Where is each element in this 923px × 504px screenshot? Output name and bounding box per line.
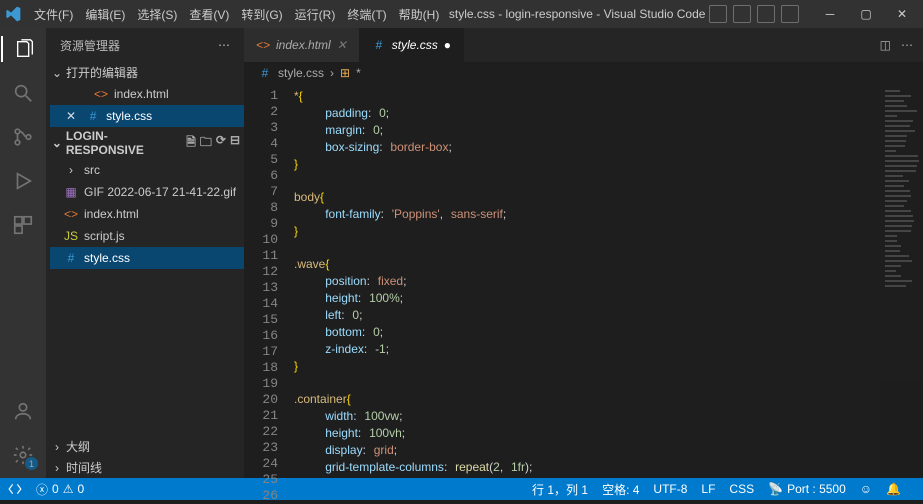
minimize-button[interactable]: ─: [813, 7, 847, 21]
file-name: script.js: [84, 229, 125, 243]
source-control-icon[interactable]: [10, 124, 36, 150]
chevron-right-icon: ›: [50, 461, 64, 475]
html-file-icon: <>: [94, 87, 108, 101]
symbol-icon: ⊞: [340, 66, 350, 80]
chevron-down-icon: ⌄: [50, 66, 64, 80]
close-icon[interactable]: ✕: [66, 109, 76, 123]
warning-icon: ⚠: [63, 482, 74, 496]
layout-right-icon[interactable]: [757, 5, 775, 23]
html-icon: <>: [64, 207, 78, 221]
file-item[interactable]: <> index.html: [50, 203, 244, 225]
breadcrumb[interactable]: # style.css › ⊞ *: [244, 62, 923, 84]
file-name: index.html: [84, 207, 139, 221]
html-file-icon: <>: [256, 38, 270, 52]
file-item[interactable]: ▦ GIF 2022-06-17 21-41-22.gif: [50, 181, 244, 203]
search-icon[interactable]: [10, 80, 36, 106]
maximize-button[interactable]: ▢: [849, 7, 883, 21]
open-editor-item[interactable]: ✕ # style.css: [50, 105, 244, 127]
menu-item[interactable]: 终端(T): [341, 2, 392, 27]
status-bar: ⓧ0 ⚠0 行 1，列 1 空格: 4 UTF-8 LF CSS 📡 Port …: [0, 478, 923, 500]
chevron-right-icon: ›: [50, 440, 64, 454]
explorer-sidebar: 资源管理器 ⋯ ⌄ 打开的编辑器 <> index.html ✕ # style.css…: [46, 28, 244, 478]
run-debug-icon[interactable]: [10, 168, 36, 194]
close-button[interactable]: ✕: [885, 7, 919, 21]
file-item[interactable]: # style.css: [50, 247, 244, 269]
notifications-icon[interactable]: 🔔: [886, 482, 901, 496]
css-icon: #: [64, 251, 78, 265]
js-icon: JS: [64, 229, 78, 243]
file-name: src: [84, 163, 100, 177]
eol[interactable]: LF: [701, 482, 715, 496]
open-editors-header[interactable]: ⌄ 打开的编辑器: [46, 62, 244, 83]
encoding[interactable]: UTF-8: [653, 482, 687, 496]
timeline-header[interactable]: › 时间线: [46, 457, 244, 478]
close-tab-icon[interactable]: ✕: [337, 38, 347, 52]
outline-header[interactable]: › 大纲: [46, 436, 244, 457]
menu-item[interactable]: 查看(V): [183, 2, 235, 27]
language-mode[interactable]: CSS: [729, 482, 754, 496]
css-file-icon: #: [86, 109, 100, 123]
layout-left-icon[interactable]: [709, 5, 727, 23]
menu-item[interactable]: 运行(R): [289, 2, 342, 27]
project-header[interactable]: ⌄ LOGIN-RESPONSIVE 🗎 🗀 ⟳ ⊟: [46, 127, 244, 159]
collapse-icon[interactable]: ⊟: [230, 133, 240, 154]
menu-bar: 文件(F)编辑(E)选择(S)查看(V)转到(G)运行(R)终端(T)帮助(H): [28, 2, 445, 27]
file-name: style.css: [106, 109, 152, 123]
editor-tab[interactable]: <> index.html ✕: [244, 28, 360, 62]
layout-full-icon[interactable]: [781, 5, 799, 23]
minimap[interactable]: [879, 84, 923, 478]
new-folder-icon[interactable]: 🗀: [200, 133, 212, 154]
live-server-port[interactable]: 📡 Port : 5500: [768, 482, 846, 496]
cursor-position[interactable]: 行 1，列 1: [532, 481, 588, 498]
chevron-right-icon: ›: [330, 66, 334, 80]
open-editor-item[interactable]: <> index.html: [50, 83, 244, 105]
file-name: style.css: [84, 251, 130, 265]
split-editor-icon[interactable]: ◫: [880, 38, 891, 52]
layout-bottom-icon[interactable]: [733, 5, 751, 23]
file-item[interactable]: JS script.js: [50, 225, 244, 247]
editor-area: <> index.html ✕ # style.css ● ◫ ⋯ # style.css…: [244, 28, 923, 478]
explorer-icon[interactable]: [1, 36, 45, 62]
css-file-icon: #: [258, 66, 272, 80]
tab-label: style.css: [392, 38, 438, 52]
menu-item[interactable]: 选择(S): [131, 2, 183, 27]
chevron-down-icon: ⌄: [50, 136, 64, 150]
gif-icon: ▦: [64, 185, 78, 199]
css-file-icon: #: [372, 38, 386, 52]
code-editor[interactable]: *{ padding: 0; margin: 0; box-sizing: bo…: [288, 84, 879, 478]
explorer-more-icon[interactable]: ⋯: [218, 38, 230, 52]
activity-bar: [0, 28, 46, 478]
menu-item[interactable]: 文件(F): [28, 2, 79, 27]
dirty-indicator-icon: ●: [444, 38, 451, 52]
account-icon[interactable]: [10, 398, 36, 424]
line-numbers: 1234567891011121314151617181920212223242…: [244, 84, 288, 478]
title-bar: 文件(F)编辑(E)选择(S)查看(V)转到(G)运行(R)终端(T)帮助(H)…: [0, 0, 923, 28]
menu-item[interactable]: 转到(G): [235, 2, 288, 27]
editor-tabs: <> index.html ✕ # style.css ● ◫ ⋯: [244, 28, 923, 62]
editor-tab[interactable]: # style.css ●: [360, 28, 464, 62]
folder-item[interactable]: › src: [50, 159, 244, 181]
title-actions: ─ ▢ ✕: [709, 5, 919, 23]
settings-gear-icon[interactable]: [10, 442, 36, 468]
explorer-title: 资源管理器: [60, 37, 120, 54]
refresh-icon[interactable]: ⟳: [216, 133, 226, 154]
indentation[interactable]: 空格: 4: [602, 481, 639, 498]
problems-indicator[interactable]: ⓧ0 ⚠0: [36, 481, 84, 498]
more-actions-icon[interactable]: ⋯: [901, 38, 913, 52]
folder-icon: ›: [64, 163, 78, 177]
window-title: style.css - login-responsive - Visual St…: [445, 7, 709, 21]
file-name: GIF 2022-06-17 21-41-22.gif: [84, 185, 236, 199]
vscode-logo-icon: [4, 5, 22, 23]
error-icon: ⓧ: [36, 481, 48, 498]
feedback-icon[interactable]: ☺: [860, 482, 872, 496]
remote-indicator[interactable]: [8, 482, 22, 496]
file-name: index.html: [114, 87, 169, 101]
tab-label: index.html: [276, 38, 331, 52]
menu-item[interactable]: 编辑(E): [79, 2, 131, 27]
extensions-icon[interactable]: [10, 212, 36, 238]
menu-item[interactable]: 帮助(H): [393, 2, 446, 27]
new-file-icon[interactable]: 🗎: [186, 133, 196, 154]
